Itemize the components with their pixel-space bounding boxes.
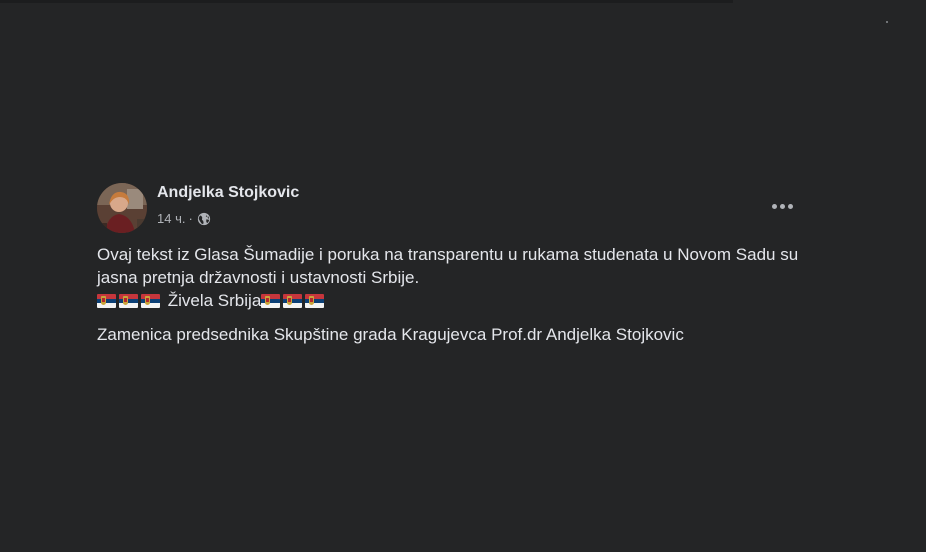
serbia-flag-icon — [305, 294, 325, 308]
avatar-image — [97, 183, 147, 233]
meta-separator: · — [188, 211, 193, 226]
avatar[interactable] — [97, 183, 147, 233]
more-options-button[interactable] — [764, 190, 800, 222]
more-options-icon-dot — [779, 203, 785, 209]
signature-text: Zamenica predsednika Skupštine grada Kra… — [97, 325, 684, 344]
more-options-icon-dot — [787, 203, 793, 209]
more-options-icon-dot — [771, 203, 777, 209]
page: Andjelka Stojkovic 14 ч. · Ovaj tekst iz… — [0, 0, 926, 552]
globe-icon[interactable] — [197, 212, 211, 226]
serbia-flag-icon — [283, 294, 303, 308]
feed-post: Andjelka Stojkovic 14 ч. · Ovaj tekst iz… — [0, 0, 926, 552]
serbia-flag-icon — [119, 294, 138, 308]
serbia-flag-icon — [97, 294, 116, 308]
post-meta: 14 ч. · — [157, 211, 211, 226]
slogan-line: Živela Srbija — [97, 289, 817, 312]
post-body: Ovaj tekst iz Glasa Šumadije i poruka na… — [97, 243, 817, 346]
serbia-flag-icon — [261, 294, 281, 308]
serbia-flag-icon — [141, 294, 160, 308]
slogan-text: Živela Srbija — [167, 291, 262, 310]
timestamp[interactable]: 14 ч. — [157, 211, 185, 226]
author-name[interactable]: Andjelka Stojkovic — [157, 184, 299, 202]
post-paragraph: Ovaj tekst iz Glasa Šumadije i poruka na… — [97, 245, 799, 287]
